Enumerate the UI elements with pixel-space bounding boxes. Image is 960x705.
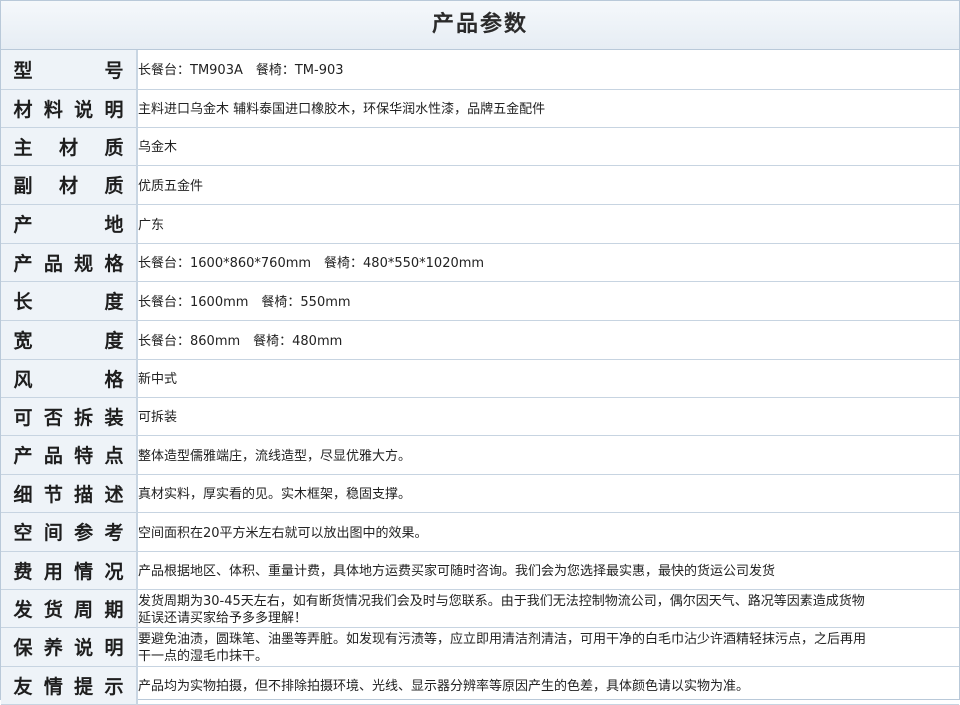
row-value-features: 整体造型儒雅端庄，流线造型，尽显优雅大方。 (138, 448, 412, 464)
row-value-care: 要避免油渍，圆珠笔、油墨等弄脏。如发现有污渍等，应立即用清洁剂清洁，可用干净的白… (138, 632, 867, 664)
row-label-shipping-cost: 费用情况 (13, 560, 124, 583)
row-label-materials: 材料说明 (13, 98, 124, 121)
row-label-origin: 产 地 (13, 214, 124, 236)
row-value-shipping-cost: 产品根据地区、体积、重量计费，具体地方运费买家可随时咨询。我们会为您选择最实惠，… (138, 564, 776, 579)
row-label-delivery: 发货周期 (13, 598, 124, 621)
table-row-shipping-cost: 费用情况 产品根据地区、体积、重量计费，具体地方运费买家可随时咨询。我们会为您选… (1, 551, 959, 590)
row-value-sub-material: 优质五金件 (138, 178, 204, 194)
row-label-features: 产品特点 (13, 445, 124, 467)
table-row-materials: 材料说明 主料进口乌金木 辅料泰国进口橡胶木，环保华润水性漆，品牌五金配件 (1, 89, 959, 128)
row-label-details: 细节描述 (13, 483, 124, 506)
row-value-delivery: 发货周期为30-45天左右，如有断货情况我们会及时与您联系。由于我们无法控制物流… (138, 593, 865, 626)
row-label-width: 宽 度 (13, 330, 124, 352)
row-label-spec: 产品规格 (13, 252, 124, 275)
row-value-width: 长餐台：860mm 餐椅：480mm (138, 333, 343, 349)
row-value-style: 新中式 (138, 372, 178, 387)
row-label-space: 空间参考 (13, 522, 124, 544)
row-value-materials: 主料进口乌金木 辅料泰国进口橡胶木，环保华润水性漆，品牌五金配件 (138, 102, 546, 117)
sheet-title: 产品参数 (1, 1, 959, 50)
row-label-length: 长 度 (13, 291, 124, 313)
table-row-detachable: 可否拆装 可拆装 (1, 397, 959, 436)
table-row-spec: 产品规格 长餐台：1600*860*760mm 餐椅：480*550*1020m… (1, 243, 959, 282)
row-label-notice: 友情提示 (13, 675, 124, 698)
row-value-spec: 长餐台：1600*860*760mm 餐椅：480*550*1020mm (138, 256, 485, 271)
row-value-length: 长餐台：1600mm 餐椅：550mm (138, 294, 351, 310)
table-row-model: 型 号 长餐台：TM903A 餐椅：TM-903 (1, 50, 959, 90)
row-value-details: 真材实料，厚实看的见。实木框架，稳固支撑。 (138, 487, 412, 502)
row-label-model: 型 号 (13, 59, 124, 82)
table-row-details: 细节描述 真材实料，厚实看的见。实木框架，稳固支撑。 (1, 474, 959, 513)
table-row-sub-material: 副 材 质 优质五金件 (1, 165, 959, 205)
table-row-length: 长 度 长餐台：1600mm 餐椅：550mm (1, 281, 959, 321)
row-label-care: 保养说明 (13, 637, 124, 659)
table-row-features: 产品特点 整体造型儒雅端庄，流线造型，尽显优雅大方。 (1, 435, 959, 475)
table-row-width: 宽 度 长餐台：860mm 餐椅：480mm (1, 320, 959, 360)
table-row-space: 空间参考 空间面积在20平方米左右就可以放出图中的效果。 (1, 512, 959, 552)
row-value-model: 长餐台：TM903A 餐椅：TM-903 (138, 63, 344, 79)
table-row-main-material: 主 材 质 乌金木 (1, 127, 959, 166)
product-params-sheet: 产品参数 型 号 长餐台：TM903A 餐椅：TM-903 材料说明 主料进口乌… (0, 0, 960, 705)
table-row-origin: 产 地 广东 (1, 204, 959, 244)
row-label-sub-material: 副 材 质 (13, 175, 124, 197)
row-value-origin: 广东 (138, 217, 165, 233)
row-label-detachable: 可否拆装 (13, 406, 124, 429)
row-value-main-material: 乌金木 (138, 140, 178, 155)
table-row-style: 风 格 新中式 (1, 359, 959, 398)
row-value-space: 空间面积在20平方米左右就可以放出图中的效果。 (138, 525, 428, 541)
row-value-detachable: 可拆装 (138, 410, 178, 425)
table-row-care: 保养说明 要避免油渍，圆珠笔、油墨等弄脏。如发现有污渍等，应立即用清洁剂清洁，可… (1, 627, 959, 667)
row-label-main-material: 主 材 质 (13, 136, 124, 159)
table-row-delivery: 发货周期 发货周期为30-45天左右，如有断货情况我们会及时与您联系。由于我们无… (1, 589, 959, 628)
row-value-notice: 产品均为实物拍摄，但不排除拍摄环境、光线、显示器分辨率等原因产生的色差，具体颜色… (138, 679, 750, 694)
params-table: 型 号 长餐台：TM903A 餐椅：TM-903 材料说明 主料进口乌金木 辅料… (1, 50, 959, 705)
row-label-style: 风 格 (13, 368, 124, 391)
table-row-notice: 友情提示 产品均为实物拍摄，但不排除拍摄环境、光线、显示器分辨率等原因产生的色差… (1, 666, 959, 705)
